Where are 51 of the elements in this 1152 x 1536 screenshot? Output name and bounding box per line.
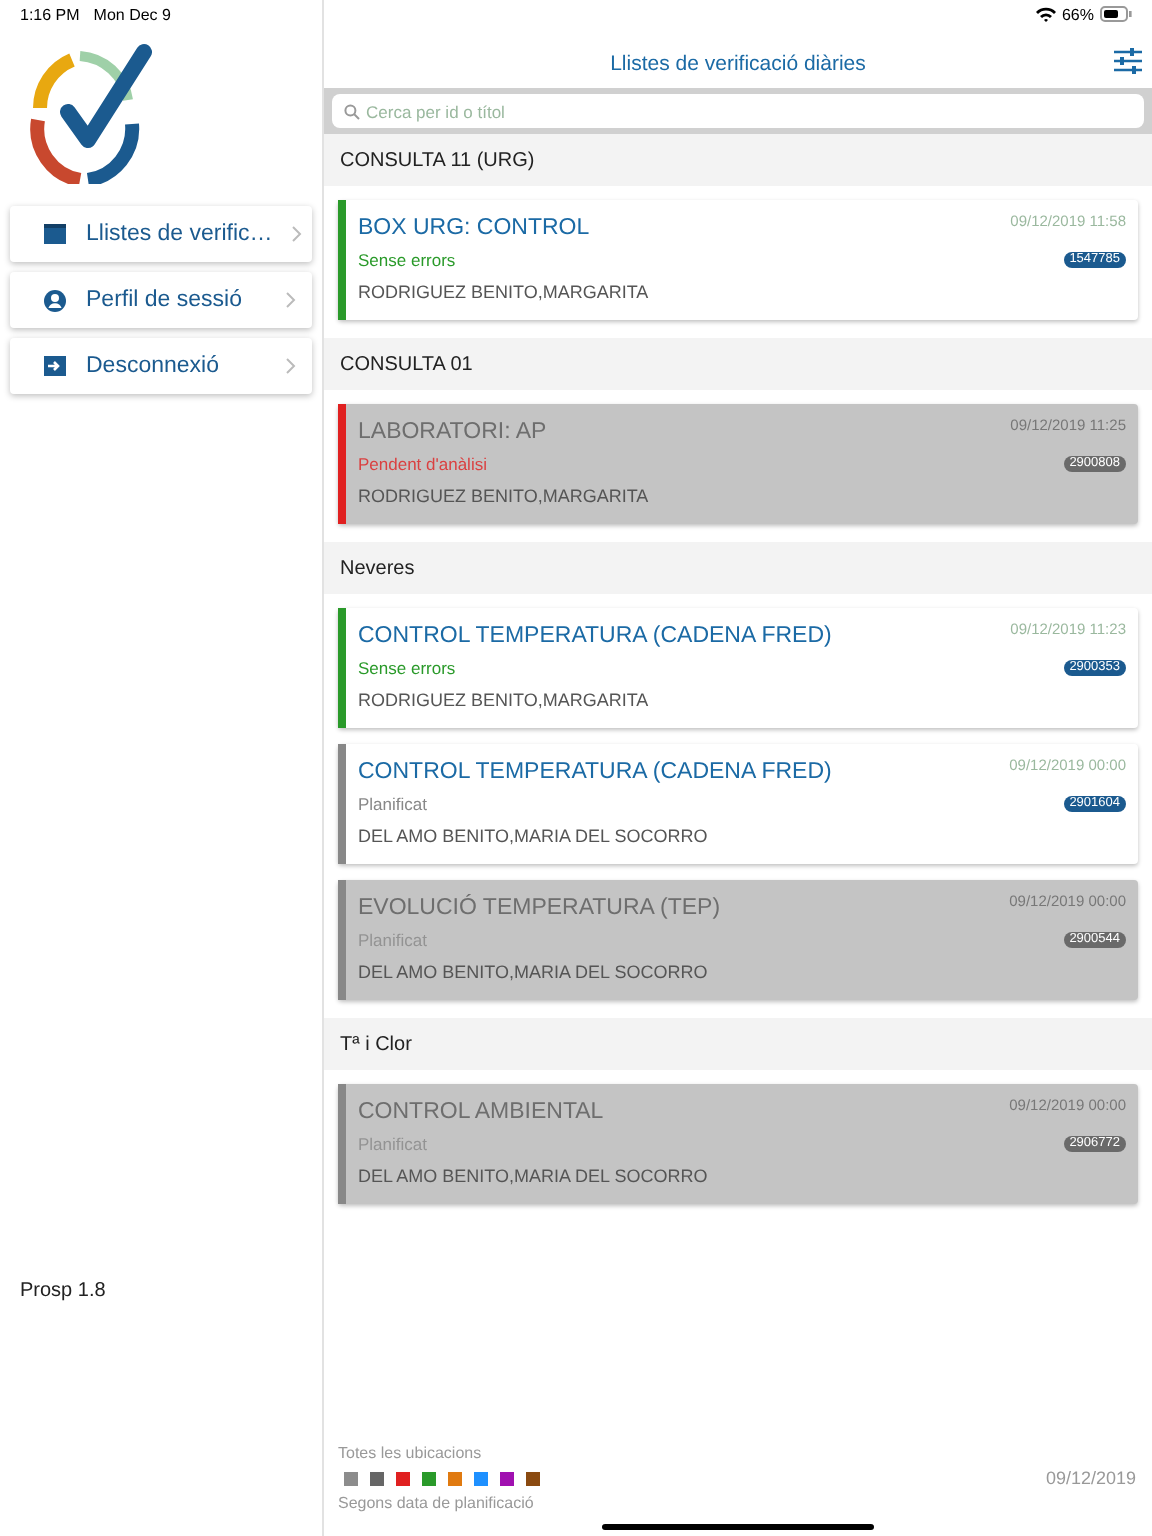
section-header: CONSULTA 01 bbox=[324, 338, 1152, 390]
location-filter-label: Totes les ubicacions bbox=[338, 1444, 484, 1462]
user-icon bbox=[44, 289, 66, 311]
calendar-icon bbox=[44, 224, 66, 244]
card-person: DEL AMO BENITO,MARIA DEL SOCORRO bbox=[358, 962, 710, 982]
filter-sliders-icon[interactable] bbox=[1114, 48, 1142, 74]
card-status: Sense errors bbox=[358, 658, 456, 678]
footer-date: 09/12/2019 bbox=[1045, 1468, 1136, 1488]
card-title: CONTROL TEMPERATURA (CADENA FRED) bbox=[358, 624, 832, 648]
sidebar-item[interactable]: Desconnexió bbox=[10, 338, 312, 394]
search-field[interactable]: Cerca per id o títol bbox=[332, 94, 1144, 128]
status-time: 1:16 PM bbox=[20, 5, 80, 23]
checkmark-logo bbox=[28, 40, 152, 184]
screen-title: Llistes de verificació diàries bbox=[610, 52, 866, 76]
section-header: Neveres bbox=[324, 542, 1152, 594]
chevron-icon bbox=[286, 292, 296, 308]
location-color-swatch[interactable] bbox=[526, 1471, 540, 1485]
section-header: Tª i Clor bbox=[324, 1018, 1152, 1070]
search-icon bbox=[344, 103, 360, 119]
status-date: Mon Dec 9 bbox=[93, 5, 171, 23]
sidebar-item[interactable]: Llistes de verific… bbox=[10, 206, 312, 262]
card-person: RODRIGUEZ BENITO,MARGARITA bbox=[358, 282, 651, 302]
battery-icon bbox=[1100, 6, 1132, 22]
card-person: DEL AMO BENITO,MARIA DEL SOCORRO bbox=[358, 1166, 710, 1186]
location-color-swatch[interactable] bbox=[474, 1471, 488, 1485]
location-color-swatch[interactable] bbox=[448, 1471, 462, 1485]
card-status: Sense errors bbox=[358, 250, 456, 270]
location-color-swatch[interactable] bbox=[370, 1471, 384, 1485]
card-title: BOX URG: CONTROL bbox=[358, 216, 590, 240]
card-status: Pendent d'anàlisi bbox=[358, 454, 487, 474]
battery-percent: 66% bbox=[1061, 5, 1094, 23]
location-color-swatch[interactable] bbox=[422, 1471, 436, 1485]
exit-icon bbox=[44, 356, 66, 376]
card-person: RODRIGUEZ BENITO,MARGARITA bbox=[358, 486, 651, 506]
card-person: DEL AMO BENITO,MARIA DEL SOCORRO bbox=[358, 826, 710, 846]
card-title: CONTROL AMBIENTAL bbox=[358, 1100, 604, 1124]
card-title: EVOLUCIÓ TEMPERATURA (TEP) bbox=[358, 896, 721, 920]
card-title: CONTROL TEMPERATURA (CADENA FRED) bbox=[358, 760, 832, 784]
sidebar-item[interactable]: Perfil de sessió bbox=[10, 272, 312, 328]
chevron-icon bbox=[292, 226, 303, 242]
section-header: CONSULTA 11 (URG) bbox=[324, 134, 1152, 186]
chevron-icon bbox=[286, 358, 296, 374]
card-title: LABORATORI: AP bbox=[358, 420, 547, 444]
location-color-swatch[interactable] bbox=[396, 1471, 410, 1485]
location-color-swatch[interactable] bbox=[344, 1471, 358, 1485]
sort-label: Segons data de planificació bbox=[338, 1494, 536, 1512]
location-color-swatch[interactable] bbox=[500, 1471, 514, 1485]
card-status: Planificat bbox=[358, 794, 427, 814]
card-person: RODRIGUEZ BENITO,MARGARITA bbox=[358, 690, 651, 710]
wifi-icon bbox=[1035, 6, 1056, 22]
app-version: Prosp 1.8 bbox=[20, 1280, 108, 1302]
